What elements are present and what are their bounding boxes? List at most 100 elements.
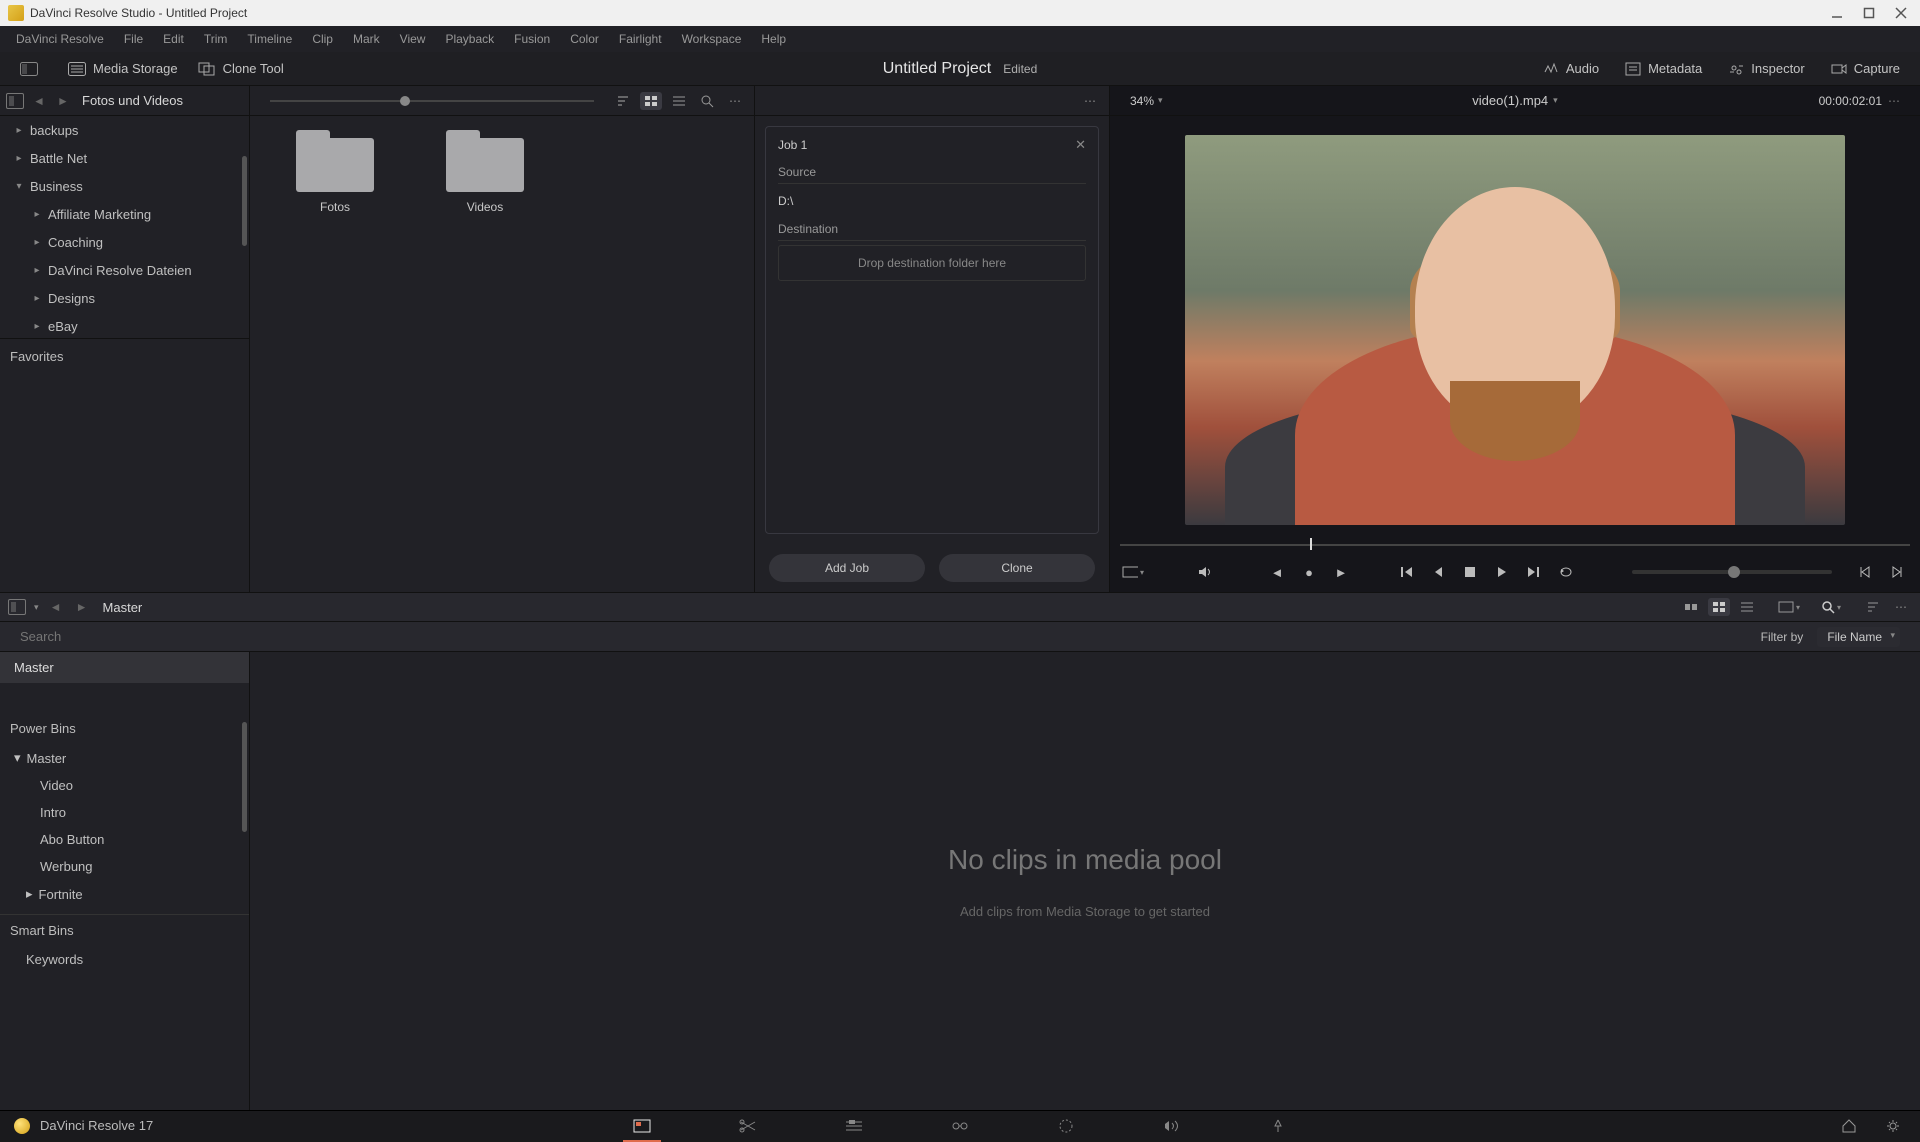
page-deliver[interactable]	[1265, 1116, 1291, 1136]
metadata-panel-button[interactable]: Metadata	[1615, 57, 1712, 80]
prev-edit-icon[interactable]: ◄	[1266, 563, 1288, 581]
display-mode-button[interactable]: ▾	[1122, 563, 1144, 581]
tree-item[interactable]: ▸eBay	[0, 312, 249, 334]
zoom-dropdown[interactable]: 34%▾	[1130, 94, 1163, 108]
pool-nav-back[interactable]: ◄	[47, 598, 65, 616]
mute-button[interactable]	[1194, 563, 1216, 581]
menu-playback[interactable]: Playback	[435, 28, 504, 50]
stop-button[interactable]	[1459, 563, 1481, 581]
settings-button[interactable]	[1880, 1116, 1906, 1136]
media-pool-empty[interactable]: No clips in media pool Add clips from Me…	[250, 652, 1920, 1110]
bin-scrollbar[interactable]	[242, 722, 247, 832]
tree-item[interactable]: ▸Battle Net	[0, 144, 249, 172]
play-button[interactable]	[1491, 563, 1513, 581]
pool-options-button[interactable]: ⋯	[1890, 598, 1912, 616]
bin-item[interactable]: ▾Master	[0, 744, 249, 772]
menu-color[interactable]: Color	[560, 28, 609, 50]
bin-item[interactable]: Keywords	[0, 946, 249, 973]
chevron-icon: ▾	[14, 750, 21, 766]
video-preview[interactable]	[1185, 135, 1845, 525]
menu-davinci-resolve[interactable]: DaVinci Resolve	[6, 28, 114, 50]
step-back-button[interactable]	[1427, 563, 1449, 581]
tree-item[interactable]: ▾Business	[0, 172, 249, 200]
tree-item[interactable]: ▸Affiliate Marketing	[0, 200, 249, 228]
bin-item[interactable]: Werbung	[0, 853, 249, 880]
menu-mark[interactable]: Mark	[343, 28, 390, 50]
menu-fairlight[interactable]: Fairlight	[609, 28, 672, 50]
menu-file[interactable]: File	[114, 28, 153, 50]
page-color[interactable]	[1053, 1116, 1079, 1136]
folder-item[interactable]: Videos	[440, 134, 530, 574]
pool-sidebar-toggle[interactable]	[8, 599, 26, 615]
clone-button[interactable]: Clone	[939, 554, 1095, 582]
capture-panel-button[interactable]: Capture	[1821, 57, 1910, 80]
page-edit[interactable]	[841, 1116, 867, 1136]
clone-options-button[interactable]: ⋯	[1079, 92, 1101, 110]
bin-item[interactable]: Intro	[0, 799, 249, 826]
next-edit-icon[interactable]: ►	[1330, 563, 1352, 581]
destination-dropzone[interactable]: Drop destination folder here	[778, 245, 1086, 281]
page-media[interactable]	[629, 1116, 655, 1136]
panel-toggle-button[interactable]	[10, 58, 48, 80]
pool-display-button[interactable]: ▾	[1778, 598, 1800, 616]
mark-in-button[interactable]	[1854, 563, 1876, 581]
bin-item[interactable]: Abo Button	[0, 826, 249, 853]
menu-edit[interactable]: Edit	[153, 28, 194, 50]
search-button[interactable]	[696, 92, 718, 110]
folder-item[interactable]: Fotos	[290, 134, 380, 574]
go-first-button[interactable]	[1395, 563, 1417, 581]
sort-button[interactable]	[612, 92, 634, 110]
add-job-button[interactable]: Add Job	[769, 554, 925, 582]
audio-panel-button[interactable]: Audio	[1533, 57, 1609, 80]
menu-clip[interactable]: Clip	[302, 28, 343, 50]
loop-button[interactable]	[1555, 563, 1577, 581]
page-fairlight[interactable]	[1159, 1116, 1185, 1136]
close-button[interactable]	[1894, 6, 1908, 20]
jog-wheel[interactable]	[1632, 570, 1832, 574]
menu-view[interactable]: View	[390, 28, 436, 50]
thumbnail-size-slider[interactable]	[258, 100, 606, 102]
media-storage-button[interactable]: Media Storage	[58, 57, 188, 80]
mark-out-button[interactable]	[1886, 563, 1908, 581]
pool-strip-view[interactable]	[1680, 598, 1702, 616]
bin-item[interactable]: Video	[0, 772, 249, 799]
clip-name-dropdown[interactable]: video(1).mp4▾	[1472, 93, 1557, 108]
menu-workspace[interactable]: Workspace	[672, 28, 752, 50]
nav-forward-button[interactable]: ►	[54, 92, 72, 110]
minimize-button[interactable]	[1830, 6, 1844, 20]
filter-dropdown[interactable]: File Name	[1817, 627, 1900, 647]
pool-search-button[interactable]: ▾	[1820, 598, 1842, 616]
menu-timeline[interactable]: Timeline	[237, 28, 302, 50]
bin-item[interactable]: ▸Fortnite	[0, 880, 249, 908]
tree-item[interactable]: ▸backups	[0, 116, 249, 144]
page-nav: DaVinci Resolve 17	[0, 1110, 1920, 1140]
go-last-button[interactable]	[1523, 563, 1545, 581]
page-cut[interactable]	[735, 1116, 761, 1136]
thumbnail-view-button[interactable]	[640, 92, 662, 110]
nav-back-button[interactable]: ◄	[30, 92, 48, 110]
pool-sort-button[interactable]	[1862, 598, 1884, 616]
bin-master[interactable]: Master	[0, 652, 249, 683]
scrollbar[interactable]	[242, 156, 247, 246]
pool-list-view[interactable]	[1736, 598, 1758, 616]
page-fusion[interactable]	[947, 1116, 973, 1136]
pool-nav-forward[interactable]: ►	[73, 598, 91, 616]
menu-help[interactable]: Help	[751, 28, 796, 50]
tree-item[interactable]: ▸Coaching	[0, 228, 249, 256]
home-button[interactable]	[1836, 1116, 1862, 1136]
menu-fusion[interactable]: Fusion	[504, 28, 560, 50]
tree-item[interactable]: ▸Designs	[0, 284, 249, 312]
clone-tool-button[interactable]: Clone Tool	[188, 57, 294, 80]
scrubber[interactable]	[1110, 536, 1920, 552]
close-job-button[interactable]: ✕	[1075, 137, 1086, 153]
maximize-button[interactable]	[1862, 6, 1876, 20]
tree-item[interactable]: ▸DaVinci Resolve Dateien	[0, 256, 249, 284]
pool-thumb-view[interactable]	[1708, 598, 1730, 616]
options-button[interactable]: ⋯	[724, 92, 746, 110]
sidebar-toggle-button[interactable]	[6, 93, 24, 109]
menu-trim[interactable]: Trim	[194, 28, 238, 50]
marker-dot-icon[interactable]: ●	[1298, 563, 1320, 581]
list-view-button[interactable]	[668, 92, 690, 110]
inspector-panel-button[interactable]: Inspector	[1718, 57, 1814, 80]
search-input[interactable]	[20, 629, 1747, 644]
